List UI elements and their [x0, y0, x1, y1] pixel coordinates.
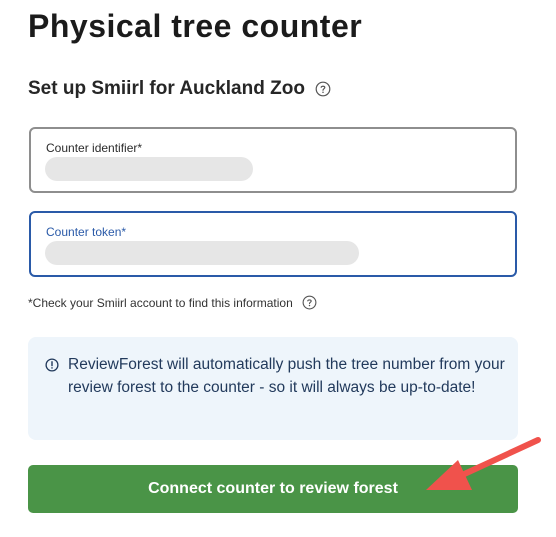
info-text: ReviewForest will automatically push the…	[68, 356, 505, 396]
page-subtitle: Set up Smiirl for Auckland Zoo	[28, 78, 305, 99]
counter-token-label: Counter token*	[46, 225, 127, 239]
counter-identifier-label: Counter identifier*	[46, 141, 143, 155]
subtitle-row: Set up Smiirl for Auckland Zoo	[28, 78, 331, 100]
counter-identifier-value-redacted[interactable]	[45, 157, 253, 181]
hint-row: *Check your Smiirl account to find this …	[28, 295, 317, 310]
counter-token-field[interactable]: Counter token*	[29, 211, 517, 277]
hint-text: *Check your Smiirl account to find this …	[28, 295, 293, 310]
red-arrow-annotation	[426, 437, 541, 490]
question-circle-icon[interactable]	[302, 295, 317, 310]
info-circle-icon	[45, 358, 59, 372]
page-title: Physical tree counter	[28, 8, 363, 44]
counter-identifier-field[interactable]: Counter identifier*	[29, 127, 517, 193]
question-circle-icon[interactable]	[315, 81, 331, 97]
info-callout: ReviewForest will automatically push the…	[28, 337, 518, 440]
counter-token-value-redacted[interactable]	[45, 241, 359, 265]
